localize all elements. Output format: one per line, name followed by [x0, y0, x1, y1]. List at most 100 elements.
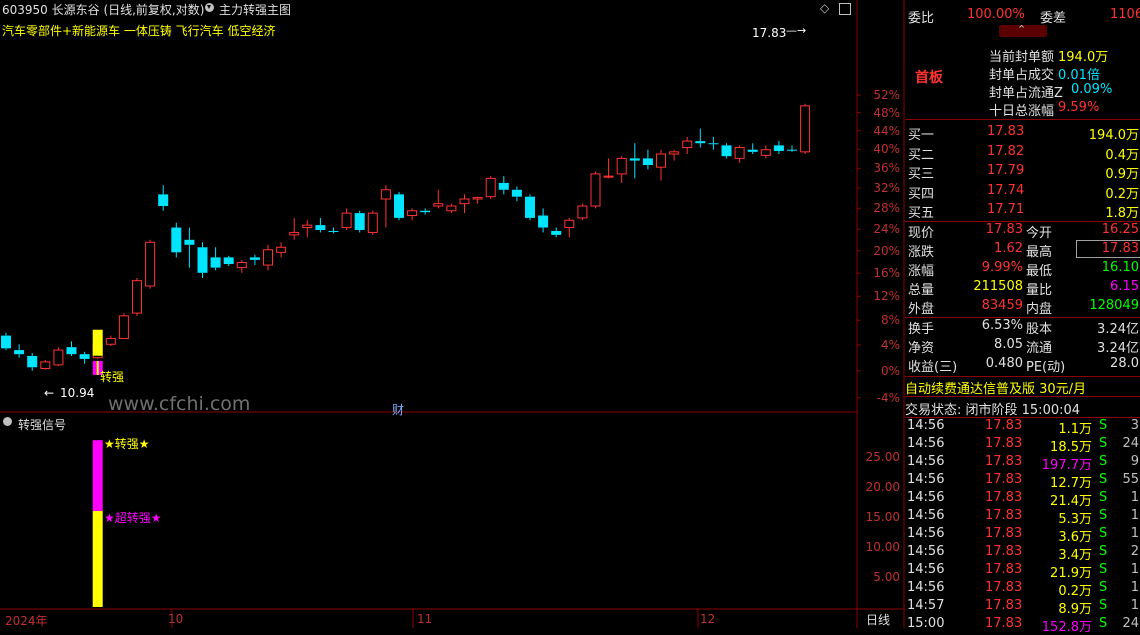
- quote-value: 9.99%: [981, 260, 1023, 275]
- candle-body: [656, 153, 666, 168]
- seal-label: 十日总涨幅: [989, 104, 1055, 119]
- candle-body: [721, 145, 732, 157]
- seal-value: 0.09%: [1071, 82, 1113, 97]
- seal-label: 封单占成交: [989, 68, 1055, 83]
- quote-value: 83459: [981, 298, 1023, 313]
- trade-count: 1: [1130, 580, 1139, 595]
- candle-body: [276, 246, 287, 253]
- x-axis-label-nov: 11: [417, 612, 433, 626]
- quote-row: 外盘 83459 内盘 128049: [905, 298, 1140, 317]
- finance-marker[interactable]: 财: [392, 401, 404, 418]
- sub-axis-tick: 5.00: [873, 570, 900, 584]
- low-price-label: 10.94: [60, 386, 95, 400]
- weicha-label: 委差: [1040, 11, 1067, 26]
- candle-body: [551, 230, 562, 235]
- price-axis-tick: 16%: [873, 266, 900, 281]
- indicator-name[interactable]: 主力转强主图: [219, 1, 291, 18]
- chart-canvas[interactable]: [0, 0, 905, 628]
- candle-body: [642, 158, 653, 165]
- trade-time: 14:56: [907, 562, 945, 577]
- quote-label: 量比: [1026, 283, 1053, 298]
- trade-count: 24: [1122, 616, 1139, 631]
- ad-banner[interactable]: 自动续费通达信普及版 30元/月: [905, 378, 1140, 397]
- seal-row: 封单占成交 0.01倍: [905, 64, 1140, 83]
- sub-axis-tick: 10.00: [865, 540, 900, 554]
- trade-row: 14:56 17.83 0.2万 S 1: [905, 580, 1140, 599]
- trade-time: 15:00: [907, 616, 945, 631]
- candle-body: [118, 315, 129, 339]
- weibi-label: 委比: [908, 11, 935, 26]
- bid-row: 买一 17.83 194.0万: [905, 124, 1140, 143]
- chevron-up-icon: ⌃: [1017, 23, 1027, 36]
- fund-label: 股本: [1026, 322, 1053, 337]
- quote-value: 17.83: [985, 222, 1023, 237]
- candle-body: [171, 227, 182, 253]
- trade-price: 17.83: [985, 526, 1023, 541]
- candle-body: [184, 239, 195, 245]
- period-button[interactable]: 日线: [866, 611, 890, 628]
- bid-label: 买三: [908, 167, 935, 182]
- candle-body: [407, 210, 418, 216]
- trade-side: S: [1099, 454, 1108, 469]
- fund-label: 净资: [908, 341, 935, 356]
- candle-body: [210, 257, 221, 268]
- candle-body: [800, 105, 811, 153]
- fund-value: 8.05: [994, 337, 1023, 352]
- trade-count: 1: [1130, 562, 1139, 577]
- candle-body: [472, 197, 483, 200]
- fund-row: 换手 6.53% 股本 3.24亿: [905, 318, 1140, 337]
- candle-body: [105, 337, 116, 345]
- trade-price: 17.83: [985, 490, 1023, 505]
- price-axis-tick: 40%: [873, 142, 900, 157]
- trade-count: 55: [1122, 472, 1139, 487]
- trade-side: S: [1099, 490, 1108, 505]
- price-axis-tick: 24%: [873, 222, 900, 237]
- trade-time: 14:56: [907, 472, 945, 487]
- trade-row: 14:57 17.83 8.9万 S 1: [905, 598, 1140, 617]
- candle-body: [236, 261, 247, 269]
- watermark: www.cfchi.com: [108, 393, 251, 415]
- quote-value: 6.15: [1110, 279, 1139, 294]
- trade-row: 14:56 17.83 12.7万 S 55: [905, 472, 1140, 491]
- chao-zhuanqiang-bar: [92, 440, 103, 511]
- chevron-down-icon: [207, 5, 211, 9]
- candle-body: [27, 355, 38, 368]
- window-toggle-icon[interactable]: [839, 3, 851, 15]
- candle-body: [380, 189, 391, 200]
- bid-price: 17.71: [987, 202, 1025, 217]
- quote-label: 涨幅: [908, 264, 935, 279]
- trade-side: S: [1099, 508, 1108, 523]
- seal-value: 9.59%: [1058, 100, 1100, 115]
- bid-label: 买二: [908, 147, 935, 163]
- trade-count: 2: [1130, 544, 1139, 559]
- kline-chart-area[interactable]: 603950 长源东谷 (日线,前复权,对数) 主力转强主图 ◇ 汽车零部件+新…: [0, 0, 905, 628]
- sub-axis-tick: 25.00: [865, 450, 900, 464]
- trade-row: 14:56 17.83 21.9万 S 1: [905, 562, 1140, 581]
- candle-body: [341, 212, 352, 229]
- trade-time: 14:56: [907, 580, 945, 595]
- trade-side: S: [1099, 616, 1108, 631]
- candle-body: [773, 145, 784, 151]
- high-price-label: 17.83: [752, 26, 787, 40]
- trade-row: 14:56 17.83 1.1万 S 3: [905, 418, 1140, 437]
- candle-body: [354, 213, 365, 230]
- candle-body: [446, 205, 457, 212]
- stock-title: 603950 长源东谷 (日线,前复权,对数): [2, 3, 205, 17]
- x-axis-label-year: 2024年: [5, 614, 48, 628]
- candle-body: [564, 219, 575, 229]
- trade-count: 1: [1130, 526, 1139, 541]
- price-axis-tick: 20%: [873, 243, 900, 258]
- price-axis-tick: -4%: [876, 390, 900, 405]
- sub-indicator-dropdown-icon[interactable]: [3, 417, 12, 426]
- trade-time: 14:56: [907, 508, 945, 523]
- candle-body: [577, 205, 588, 219]
- price-axis-tick: 32%: [873, 181, 900, 195]
- fund-row: 净资 8.05 流通 3.24亿: [905, 337, 1140, 356]
- seal-value: 0.01倍: [1058, 68, 1100, 83]
- trade-row: 14:56 17.83 5.3万 S 1: [905, 508, 1140, 527]
- quote-value: 16.25: [1101, 222, 1139, 237]
- concept-tags: 汽车零部件+新能源车 一体压铸 飞行汽车 低空经济: [2, 24, 276, 38]
- diamond-icon[interactable]: ◇: [820, 1, 829, 15]
- trade-time: 14:56: [907, 544, 945, 559]
- candle-body: [367, 212, 378, 233]
